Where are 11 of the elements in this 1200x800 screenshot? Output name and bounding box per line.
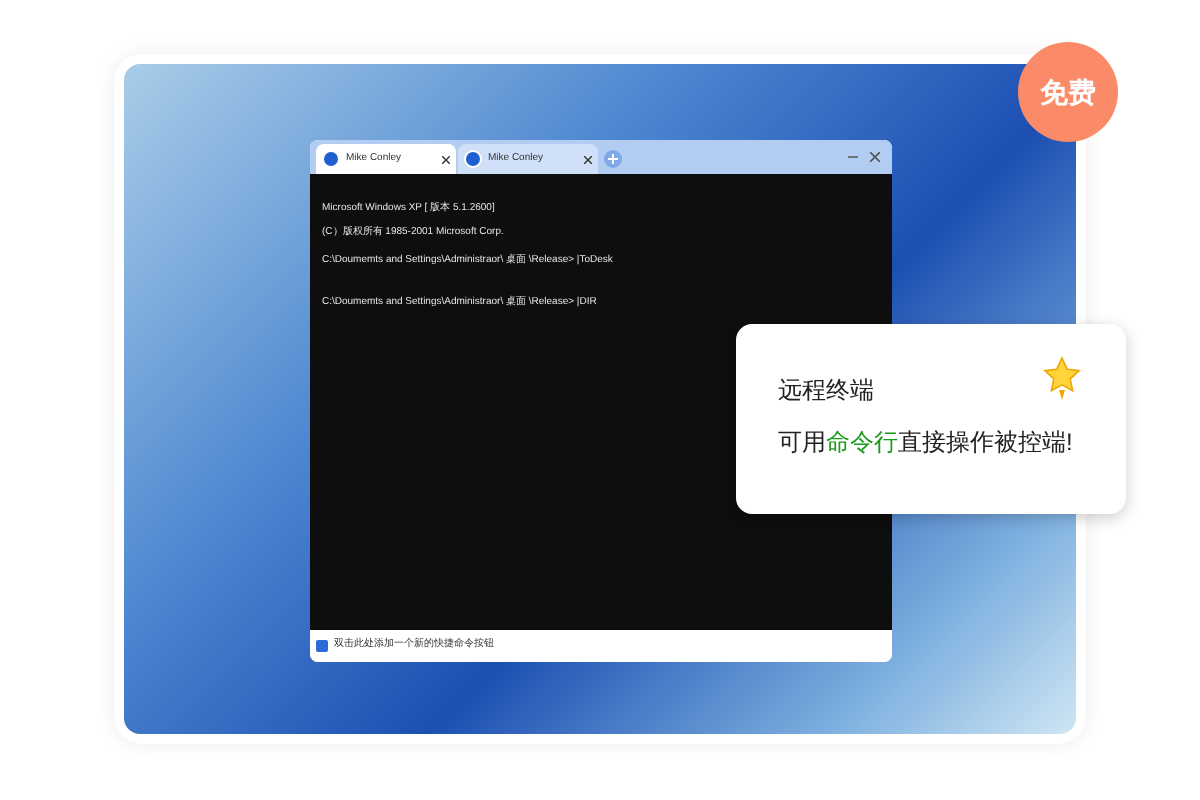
plus-icon bbox=[608, 154, 618, 164]
callout-title: 远程终端 bbox=[778, 374, 874, 408]
free-badge: 免费 bbox=[1018, 42, 1118, 142]
star-icon bbox=[1040, 352, 1084, 404]
close-icon[interactable] bbox=[584, 155, 592, 163]
add-tab-button[interactable] bbox=[604, 150, 622, 168]
user-avatar-icon bbox=[464, 150, 482, 168]
callout-text: 可用命令行直接操作被控端! bbox=[778, 426, 1075, 460]
minimize-icon[interactable] bbox=[848, 152, 858, 162]
close-icon[interactable] bbox=[442, 155, 450, 163]
user-avatar-icon bbox=[322, 150, 340, 168]
